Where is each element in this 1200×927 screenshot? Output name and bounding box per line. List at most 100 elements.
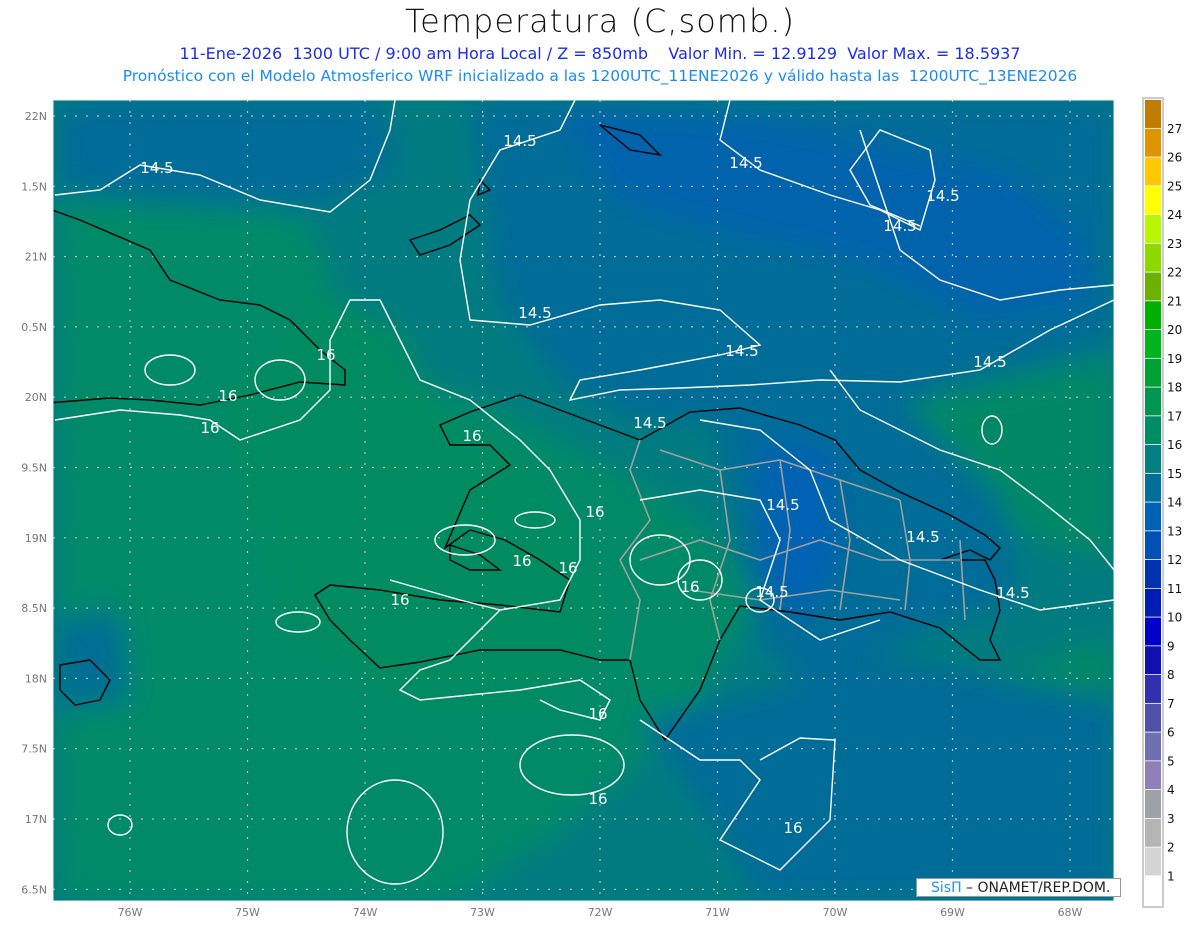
colorbar-label: 17 bbox=[1167, 409, 1182, 423]
lat-label: 18N bbox=[25, 672, 47, 685]
colorbar-swatch bbox=[1145, 473, 1161, 502]
lon-label: 71W bbox=[705, 906, 730, 919]
colorbar-swatch bbox=[1145, 128, 1161, 157]
colorbar-label: 16 bbox=[1167, 438, 1182, 452]
lon-label: 70W bbox=[823, 906, 848, 919]
contour-label: 16 bbox=[462, 427, 481, 445]
lon-label: 69W bbox=[940, 906, 965, 919]
lat-label: 17N bbox=[25, 813, 47, 826]
lat-label: 0.5N bbox=[21, 321, 47, 334]
lat-label: 20N bbox=[25, 391, 47, 404]
colorbar-label: 8 bbox=[1167, 668, 1175, 682]
colorbar-swatch bbox=[1145, 445, 1161, 473]
colorbar-swatch bbox=[1145, 876, 1161, 905]
latitude-labels: 22N 1.5N 21N 0.5N 20N 9.5N 19N 8.5N 18N 7.5N 17N 6.… bbox=[21, 110, 47, 896]
colorbar-label: 12 bbox=[1167, 553, 1182, 567]
colorbar-swatch bbox=[1145, 243, 1161, 272]
contour-label: 14.5 bbox=[725, 342, 758, 360]
colorbar-swatch bbox=[1145, 157, 1161, 186]
lat-label: 6.5N bbox=[21, 883, 47, 896]
contour-label: 14.5 bbox=[729, 154, 762, 172]
contour-label: 14.5 bbox=[906, 528, 939, 546]
colorbar-label: 23 bbox=[1167, 237, 1182, 251]
contour-label: 16 bbox=[316, 346, 335, 364]
contour-label: 16 bbox=[588, 705, 607, 723]
contour-label: 16 bbox=[783, 819, 802, 837]
colorbar-label: 9 bbox=[1167, 639, 1175, 653]
colorbar-swatch bbox=[1145, 100, 1161, 128]
colorbar-label: 7 bbox=[1167, 697, 1175, 711]
contour-label: 14.5 bbox=[140, 159, 173, 177]
colorbar-label: 19 bbox=[1167, 352, 1182, 366]
colorbar-label: 21 bbox=[1167, 294, 1182, 308]
colorbar-swatch bbox=[1145, 387, 1161, 416]
colorbar-swatch bbox=[1145, 502, 1161, 531]
lon-label: 68W bbox=[1058, 906, 1083, 919]
colorbar-label: 10 bbox=[1167, 611, 1182, 625]
contour-label: 16 bbox=[218, 387, 237, 405]
colorbar-label: 3 bbox=[1167, 812, 1175, 826]
contour-label: 14.5 bbox=[766, 496, 799, 514]
colorbar-swatch bbox=[1145, 272, 1161, 301]
contour-label: 14.5 bbox=[503, 132, 536, 150]
shaded-field: 14.5 14.5 14.5 14.5 14.5 14.5 14.5 14.5 14.5 14.5… bbox=[53, 100, 1114, 901]
colorbar-swatch bbox=[1145, 761, 1161, 790]
lat-label: 8.5N bbox=[21, 602, 47, 615]
colorbar-swatch bbox=[1145, 646, 1161, 675]
lat-label: 22N bbox=[25, 110, 47, 123]
colorbar-swatch bbox=[1145, 588, 1161, 617]
colorbar-swatch bbox=[1145, 186, 1161, 215]
colorbar-swatch bbox=[1145, 703, 1161, 732]
credit-box: SisΠ – ONAMET/REP.DOM. bbox=[916, 878, 1121, 897]
colorbar-label: 11 bbox=[1167, 582, 1182, 596]
colorbar-swatch bbox=[1145, 675, 1161, 703]
contour-label: 16 bbox=[680, 578, 699, 596]
colorbar-swatch bbox=[1145, 617, 1161, 646]
colorbar-swatch bbox=[1145, 215, 1161, 243]
colorbar-swatch bbox=[1145, 847, 1161, 876]
lon-label: 76W bbox=[118, 906, 143, 919]
colorbar-label: 4 bbox=[1167, 783, 1175, 797]
colorbar-label: 13 bbox=[1167, 524, 1182, 538]
lon-label: 73W bbox=[470, 906, 495, 919]
contour-label: 14.5 bbox=[755, 583, 788, 601]
lon-label: 72W bbox=[588, 906, 613, 919]
contour-label: 14.5 bbox=[973, 353, 1006, 371]
colorbar: 2726252423222120191817161514131211109876… bbox=[1142, 97, 1182, 908]
colorbar-label: 1 bbox=[1167, 869, 1175, 883]
longitude-labels: 76W 75W 74W 73W 72W 71W 70W 69W 68W bbox=[118, 906, 1083, 919]
colorbar-swatch bbox=[1145, 301, 1161, 330]
temperature-map: 14.5 14.5 14.5 14.5 14.5 14.5 14.5 14.5 14.5 14.5… bbox=[21, 97, 1182, 919]
colorbar-swatch bbox=[1145, 358, 1161, 387]
lat-label: 21N bbox=[25, 251, 47, 264]
colorbar-label: 24 bbox=[1167, 208, 1182, 222]
contour-label: 14.5 bbox=[883, 217, 916, 235]
colorbar-swatch bbox=[1145, 416, 1161, 445]
colorbar-label: 22 bbox=[1167, 266, 1182, 280]
contour-label: 16 bbox=[512, 552, 531, 570]
colorbar-swatch bbox=[1145, 790, 1161, 818]
contour-label: 16 bbox=[390, 591, 409, 609]
colorbar-label: 5 bbox=[1167, 754, 1175, 768]
colorbar-label: 27 bbox=[1167, 122, 1182, 136]
contour-label: 16 bbox=[558, 559, 577, 577]
colorbar-swatch bbox=[1145, 818, 1161, 847]
colorbar-label: 14 bbox=[1167, 496, 1182, 510]
colorbar-label: 18 bbox=[1167, 381, 1182, 395]
contour-label: 14.5 bbox=[518, 304, 551, 322]
colorbar-swatch bbox=[1145, 732, 1161, 761]
chart-title: Temperatura (C,somb.) bbox=[405, 2, 795, 40]
colorbar-label: 25 bbox=[1167, 179, 1182, 193]
model-info-line: Pronóstico con el Modelo Atmosferico WRF… bbox=[122, 67, 1078, 85]
colorbar-swatch bbox=[1145, 330, 1161, 358]
credit-text: – ONAMET/REP.DOM. bbox=[961, 880, 1111, 896]
colorbar-label: 20 bbox=[1167, 323, 1182, 337]
colorbar-label: 2 bbox=[1167, 841, 1175, 855]
lat-label: 7.5N bbox=[21, 743, 47, 756]
contour-label: 16 bbox=[585, 503, 604, 521]
forecast-info-line: 11-Ene-2026 1300 UTC / 9:00 am Hora Loca… bbox=[179, 44, 1021, 63]
lat-label: 19N bbox=[25, 532, 47, 545]
colorbar-label: 6 bbox=[1167, 726, 1175, 740]
lat-label: 9.5N bbox=[21, 462, 47, 475]
contour-label: 14.5 bbox=[926, 187, 959, 205]
